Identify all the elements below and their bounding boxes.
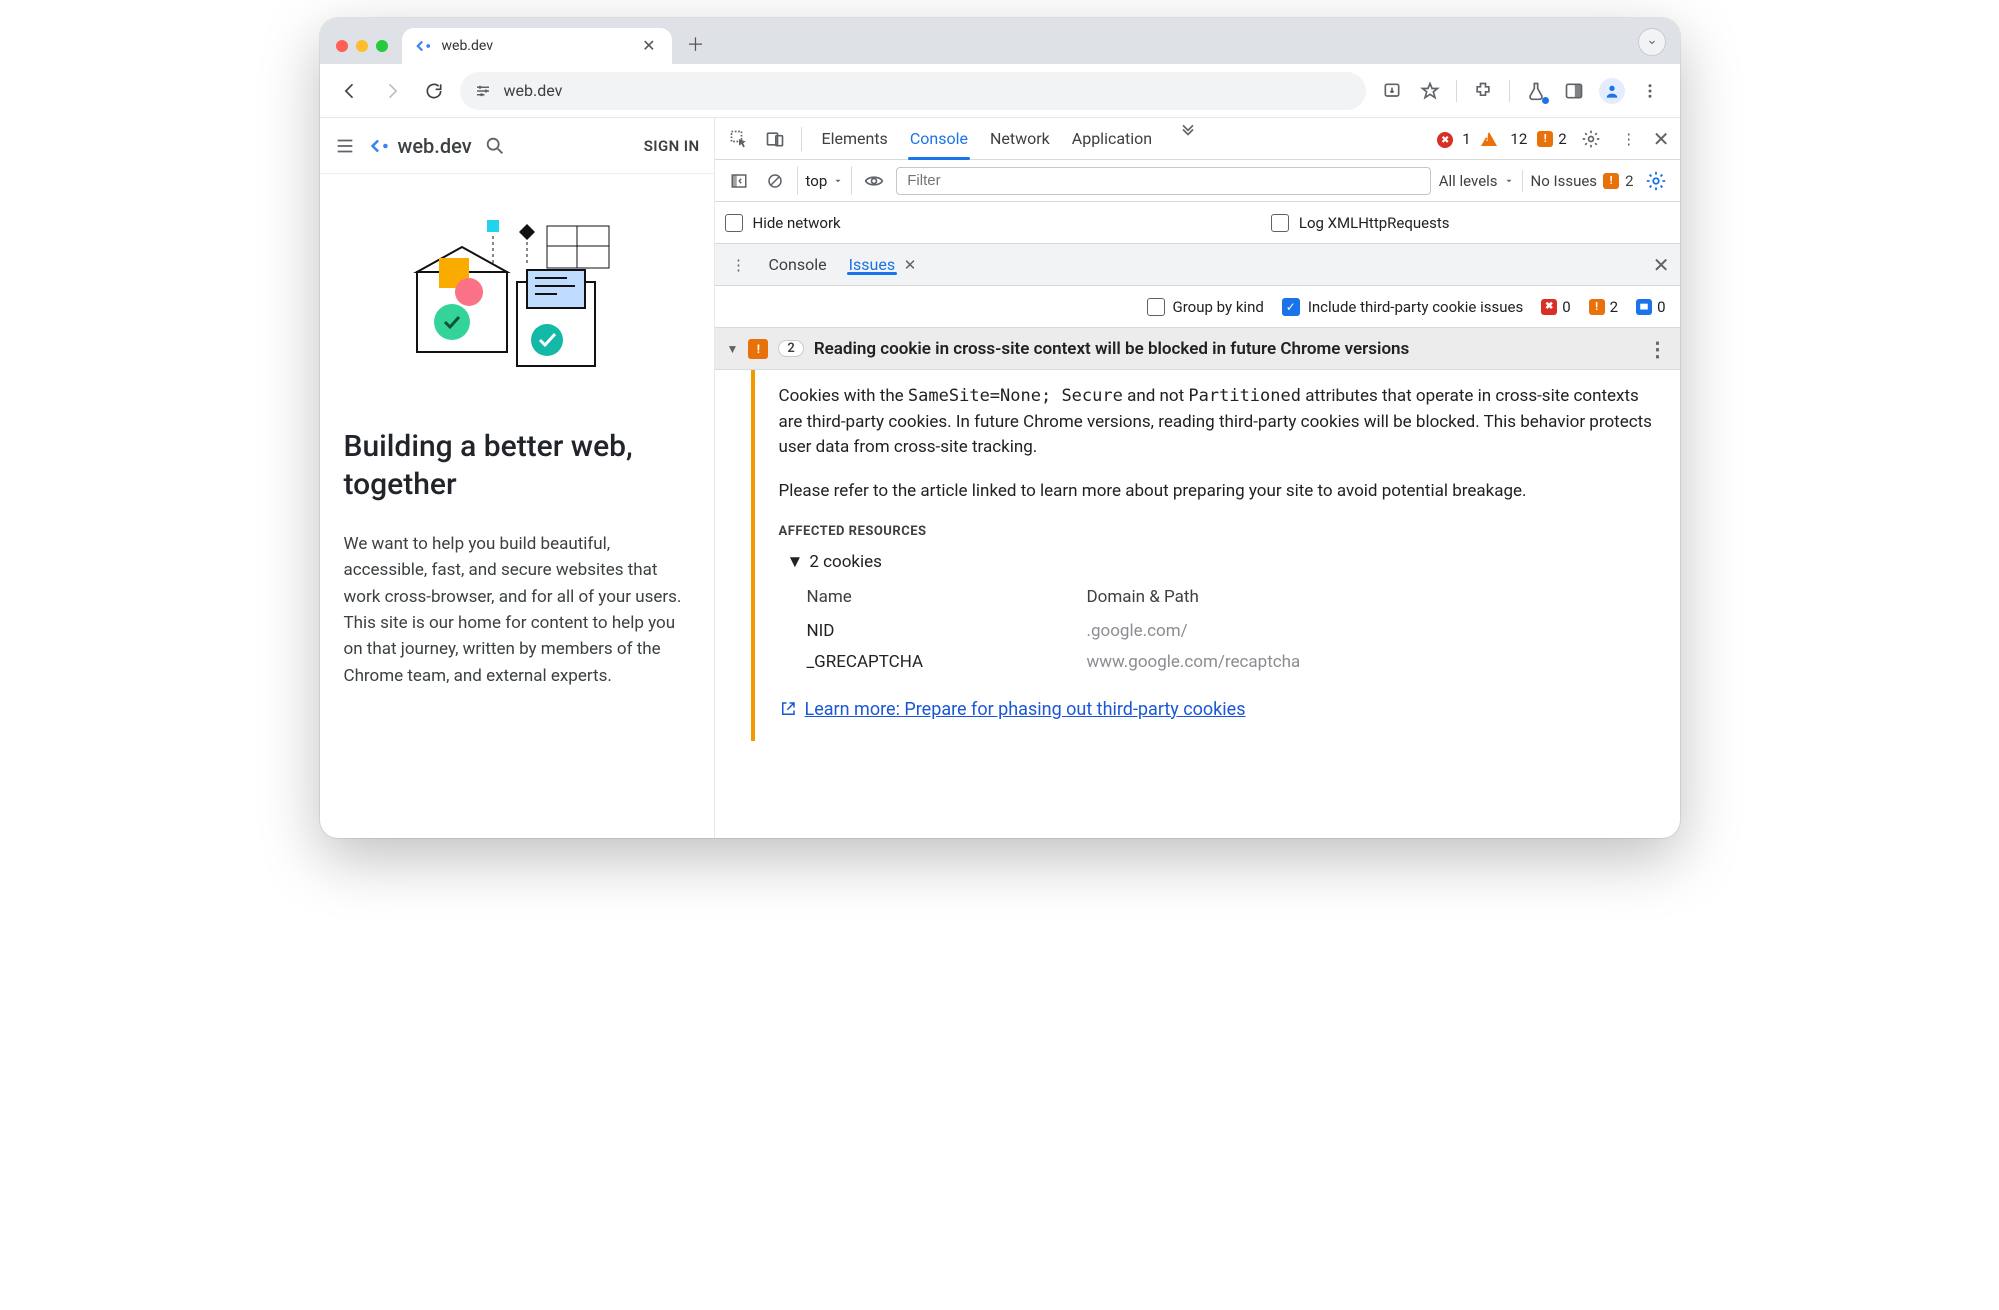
issue-caret-icon: ▼: [727, 342, 739, 356]
back-button[interactable]: [334, 75, 366, 107]
close-tab-icon[interactable]: ✕: [638, 34, 659, 58]
extensions-icon[interactable]: [1467, 75, 1499, 107]
page-viewport: web.dev SIGN IN: [320, 118, 715, 838]
tab-title: web.dev: [442, 38, 494, 54]
minimize-window[interactable]: [356, 40, 368, 52]
content-split: web.dev SIGN IN: [320, 118, 1680, 838]
separator: [1509, 80, 1510, 102]
network-tab[interactable]: Network: [990, 118, 1050, 159]
learn-more-link[interactable]: Learn more: Prepare for phasing out thir…: [779, 696, 1662, 723]
reload-button[interactable]: [418, 75, 450, 107]
devtools-panel: Elements Console Network Application 1 !…: [715, 118, 1680, 838]
issues-filter-row: Group by kind ✓ Include third-party cook…: [715, 286, 1680, 328]
page-heading: Building a better web, together: [344, 428, 690, 503]
profile-avatar[interactable]: [1596, 75, 1628, 107]
forward-button[interactable]: [376, 75, 408, 107]
cookie-row: NID .google.com/: [807, 619, 1662, 645]
url-bar: web.dev: [320, 64, 1680, 118]
include-3p-cookie-checkbox[interactable]: ✓ Include third-party cookie issues: [1282, 298, 1523, 316]
affected-resources-heading: AFFECTED RESOURCES: [779, 522, 1662, 542]
log-levels-dropdown[interactable]: All levels: [1439, 172, 1514, 190]
col-name: Name: [807, 585, 1007, 611]
url-right: [1376, 75, 1666, 107]
issues-blue-count: 0: [1636, 298, 1665, 316]
console-settings-icon[interactable]: [1642, 167, 1670, 195]
search-icon[interactable]: [484, 135, 506, 157]
issue-occurrence-count: 2: [778, 340, 803, 357]
drawer-close-icon[interactable]: ✕: [1653, 253, 1670, 277]
tab-strip: web.dev ✕ ＋: [320, 18, 1680, 64]
close-window[interactable]: [336, 40, 348, 52]
devtools-settings-icon[interactable]: [1577, 125, 1605, 153]
browser-tab[interactable]: web.dev ✕: [402, 28, 672, 64]
console-sidebar-icon[interactable]: [725, 167, 753, 195]
browser-window: web.dev ✕ ＋ web.dev: [320, 18, 1680, 838]
issue-menu-icon[interactable]: ⋮: [1648, 337, 1668, 361]
separator: [1456, 80, 1457, 102]
cookies-tree-toggle[interactable]: ▼2 cookies: [787, 550, 1662, 576]
install-app-icon[interactable]: [1376, 75, 1408, 107]
url-text: web.dev: [504, 81, 563, 100]
device-toolbar-icon[interactable]: [761, 125, 789, 153]
drawer-issues-tab[interactable]: Issues: [849, 255, 895, 274]
group-by-kind-checkbox[interactable]: Group by kind: [1147, 298, 1264, 316]
more-tabs-icon[interactable]: [1174, 118, 1202, 146]
clear-console-icon[interactable]: [761, 167, 789, 195]
labs-icon[interactable]: [1520, 75, 1552, 107]
cookie-row: _GRECAPTCHA www.google.com/recaptcha: [807, 650, 1662, 676]
log-xhr-checkbox[interactable]: Log XMLHttpRequests: [1271, 214, 1450, 232]
side-panel-icon[interactable]: [1558, 75, 1590, 107]
zoom-window[interactable]: [376, 40, 388, 52]
drawer-menu-icon[interactable]: ⋮: [725, 251, 753, 279]
warning-count[interactable]: ! 12: [1481, 130, 1528, 148]
site-name: web.dev: [398, 134, 472, 158]
address-bar[interactable]: web.dev: [460, 72, 1366, 110]
issue-paragraph-2: Please refer to the article linked to le…: [779, 479, 1662, 505]
issue-paragraph-1: Cookies with the SameSite=None; Secure a…: [779, 384, 1662, 461]
no-issues-link[interactable]: No Issues ! 2: [1531, 172, 1634, 190]
drawer-tabbar: ⋮ Console Issues ✕ ✕: [715, 244, 1680, 286]
page-body: Building a better web, together We want …: [320, 174, 714, 709]
inspect-element-icon[interactable]: [725, 125, 753, 153]
devtools-tabs: Elements Console Network Application: [822, 118, 1203, 159]
col-domain: Domain & Path: [1087, 585, 1199, 611]
cookie-table: Name Domain & Path NID .google.com/ _GRE…: [807, 585, 1662, 676]
site-settings-icon[interactable]: [474, 82, 492, 100]
issue-severity-icon: !: [748, 339, 768, 359]
devtools-tabbar: Elements Console Network Application 1 !…: [715, 118, 1680, 160]
chrome-menu-icon[interactable]: [1634, 75, 1666, 107]
devtools-menu-icon[interactable]: ⋮: [1615, 125, 1643, 153]
close-issues-tab-icon[interactable]: ✕: [901, 251, 919, 279]
tab-overflow-button[interactable]: [1638, 28, 1666, 56]
error-count[interactable]: 1: [1437, 129, 1470, 149]
context-selector[interactable]: top: [797, 166, 853, 195]
hamburger-icon[interactable]: [334, 135, 356, 157]
issue-item[interactable]: ▼ ! 2 Reading cookie in cross-site conte…: [715, 328, 1680, 370]
site-logo[interactable]: web.dev: [368, 134, 472, 158]
bookmark-icon[interactable]: [1414, 75, 1446, 107]
new-tab-button[interactable]: ＋: [682, 30, 710, 58]
issues-orange-count: !2: [1589, 298, 1618, 316]
live-expression-icon[interactable]: [860, 167, 888, 195]
drawer-console-tab[interactable]: Console: [769, 244, 827, 285]
console-filter-input[interactable]: [896, 167, 1430, 195]
issue-title: Reading cookie in cross-site context wil…: [814, 339, 1409, 359]
issue-body: Cookies with the SameSite=None; Secure a…: [751, 370, 1680, 741]
hero-illustration: [344, 202, 690, 392]
console-settings-row: Hide network Log XMLHttpRequests: [715, 202, 1680, 244]
hide-network-checkbox[interactable]: Hide network: [725, 214, 841, 232]
issues-count[interactable]: !2: [1537, 130, 1566, 148]
application-tab[interactable]: Application: [1072, 118, 1152, 159]
webdev-favicon-icon: [414, 37, 432, 55]
external-link-icon: [779, 700, 797, 718]
site-header: web.dev SIGN IN: [320, 118, 714, 174]
console-tab[interactable]: Console: [910, 118, 968, 159]
sign-in-link[interactable]: SIGN IN: [644, 137, 700, 155]
console-toolbar: top All levels No Issues ! 2: [715, 160, 1680, 202]
page-paragraph: We want to help you build beautiful, acc…: [344, 531, 690, 689]
devtools-close-icon[interactable]: ✕: [1653, 127, 1670, 151]
window-controls: [332, 40, 396, 64]
issues-red-count: ✖0: [1541, 298, 1570, 316]
elements-tab[interactable]: Elements: [822, 118, 888, 159]
